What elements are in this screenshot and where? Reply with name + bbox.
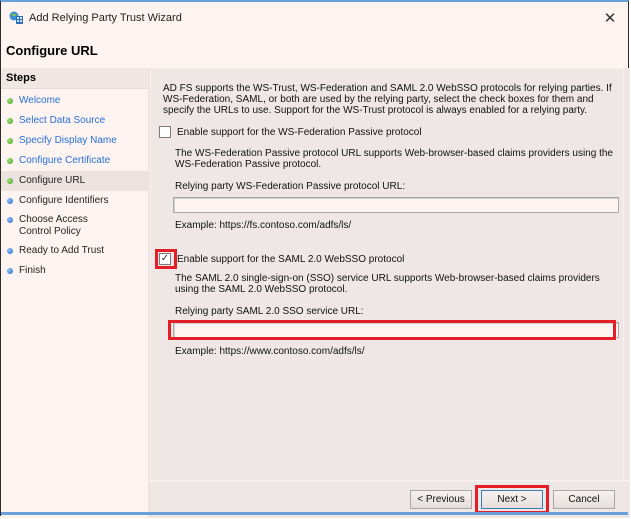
pending-step-icon: [7, 268, 13, 274]
ws-fed-checkbox-row[interactable]: Enable support for the WS-Federation Pas…: [159, 126, 422, 138]
close-button[interactable]: ✕: [598, 7, 622, 29]
pending-step-icon: [7, 198, 13, 204]
pending-step-icon: [7, 217, 13, 223]
ws-fed-url-label: Relying party WS-Federation Passive prot…: [175, 181, 406, 192]
steps-header: Steps: [1, 68, 148, 89]
step-item: Finish: [1, 261, 148, 281]
saml-url-input[interactable]: [173, 322, 619, 338]
ws-fed-url-input[interactable]: [173, 197, 619, 213]
completed-step-icon: [7, 98, 13, 104]
step-label: Welcome: [19, 95, 61, 106]
page-title: Configure URL: [6, 43, 98, 58]
saml-checkbox-label[interactable]: Enable support for the SAML 2.0 WebSSO p…: [177, 254, 404, 265]
saml-checkbox[interactable]: ✓: [159, 253, 171, 265]
adfs-app-icon: [9, 11, 23, 24]
saml-checkbox-row[interactable]: ✓ Enable support for the SAML 2.0 WebSSO…: [159, 253, 404, 265]
ws-fed-checkbox-label[interactable]: Enable support for the WS-Federation Pas…: [177, 127, 422, 138]
step-item[interactable]: Configure Certificate: [1, 151, 148, 171]
window-title: Add Relying Party Trust Wizard: [29, 12, 182, 24]
step-label: Select Data Source: [19, 115, 106, 126]
window-bottom-edge: [1, 512, 628, 515]
saml-description: The SAML 2.0 single-sign-on (SSO) servic…: [175, 273, 600, 295]
step-item[interactable]: Select Data Source: [1, 111, 148, 131]
step-label: Ready to Add Trust: [19, 245, 105, 256]
footer-divider: [150, 480, 630, 481]
steps-panel: Steps Welcome Select Data Source Specify D…: [1, 68, 150, 518]
content-area: AD FS supports the WS-Trust, WS-Federati…: [150, 68, 624, 482]
step-item: Ready to Add Trust: [1, 241, 148, 261]
steps-list: Welcome Select Data Source Specify Display…: [1, 89, 148, 281]
completed-step-icon: [7, 158, 13, 164]
intro-text: AD FS supports the WS-Trust, WS-Federati…: [163, 83, 612, 116]
wizard-window: Add Relying Party Trust Wizard ✕ Configu…: [0, 0, 630, 518]
saml-url-label: Relying party SAML 2.0 SSO service URL:: [175, 306, 364, 317]
completed-step-icon: [7, 178, 13, 184]
pending-step-icon: [7, 248, 13, 254]
step-label: Configure URL: [19, 175, 86, 186]
step-item[interactable]: Specify Display Name: [1, 131, 148, 151]
content-panel: AD FS supports the WS-Trust, WS-Federati…: [150, 68, 630, 518]
saml-example: Example: https://www.contoso.com/adfs/ls…: [175, 346, 365, 357]
previous-button[interactable]: < Previous: [410, 490, 472, 509]
next-button[interactable]: Next >: [481, 490, 543, 509]
step-label: Choose Access Control Policy: [19, 214, 88, 237]
step-item[interactable]: Welcome: [1, 91, 148, 111]
completed-step-icon: [7, 138, 13, 144]
step-item: Configure Identifiers: [1, 191, 148, 211]
checkmark-icon: ✓: [160, 253, 170, 264]
step-item: Choose Access Control Policy: [1, 211, 148, 241]
step-label: Finish: [19, 265, 46, 276]
step-label: Configure Certificate: [19, 155, 111, 166]
close-icon: ✕: [603, 10, 617, 27]
ws-fed-example: Example: https://fs.contoso.com/adfs/ls/: [175, 220, 352, 231]
step-label: Configure Identifiers: [19, 195, 109, 206]
ws-fed-description: The WS-Federation Passive protocol URL s…: [175, 148, 613, 170]
ws-fed-checkbox[interactable]: [159, 126, 171, 138]
step-label: Specify Display Name: [19, 135, 117, 146]
cancel-button[interactable]: Cancel: [553, 490, 615, 509]
completed-step-icon: [7, 118, 13, 124]
title-bar: Add Relying Party Trust Wizard ✕: [1, 2, 628, 32]
step-item: Configure URL: [1, 171, 148, 191]
